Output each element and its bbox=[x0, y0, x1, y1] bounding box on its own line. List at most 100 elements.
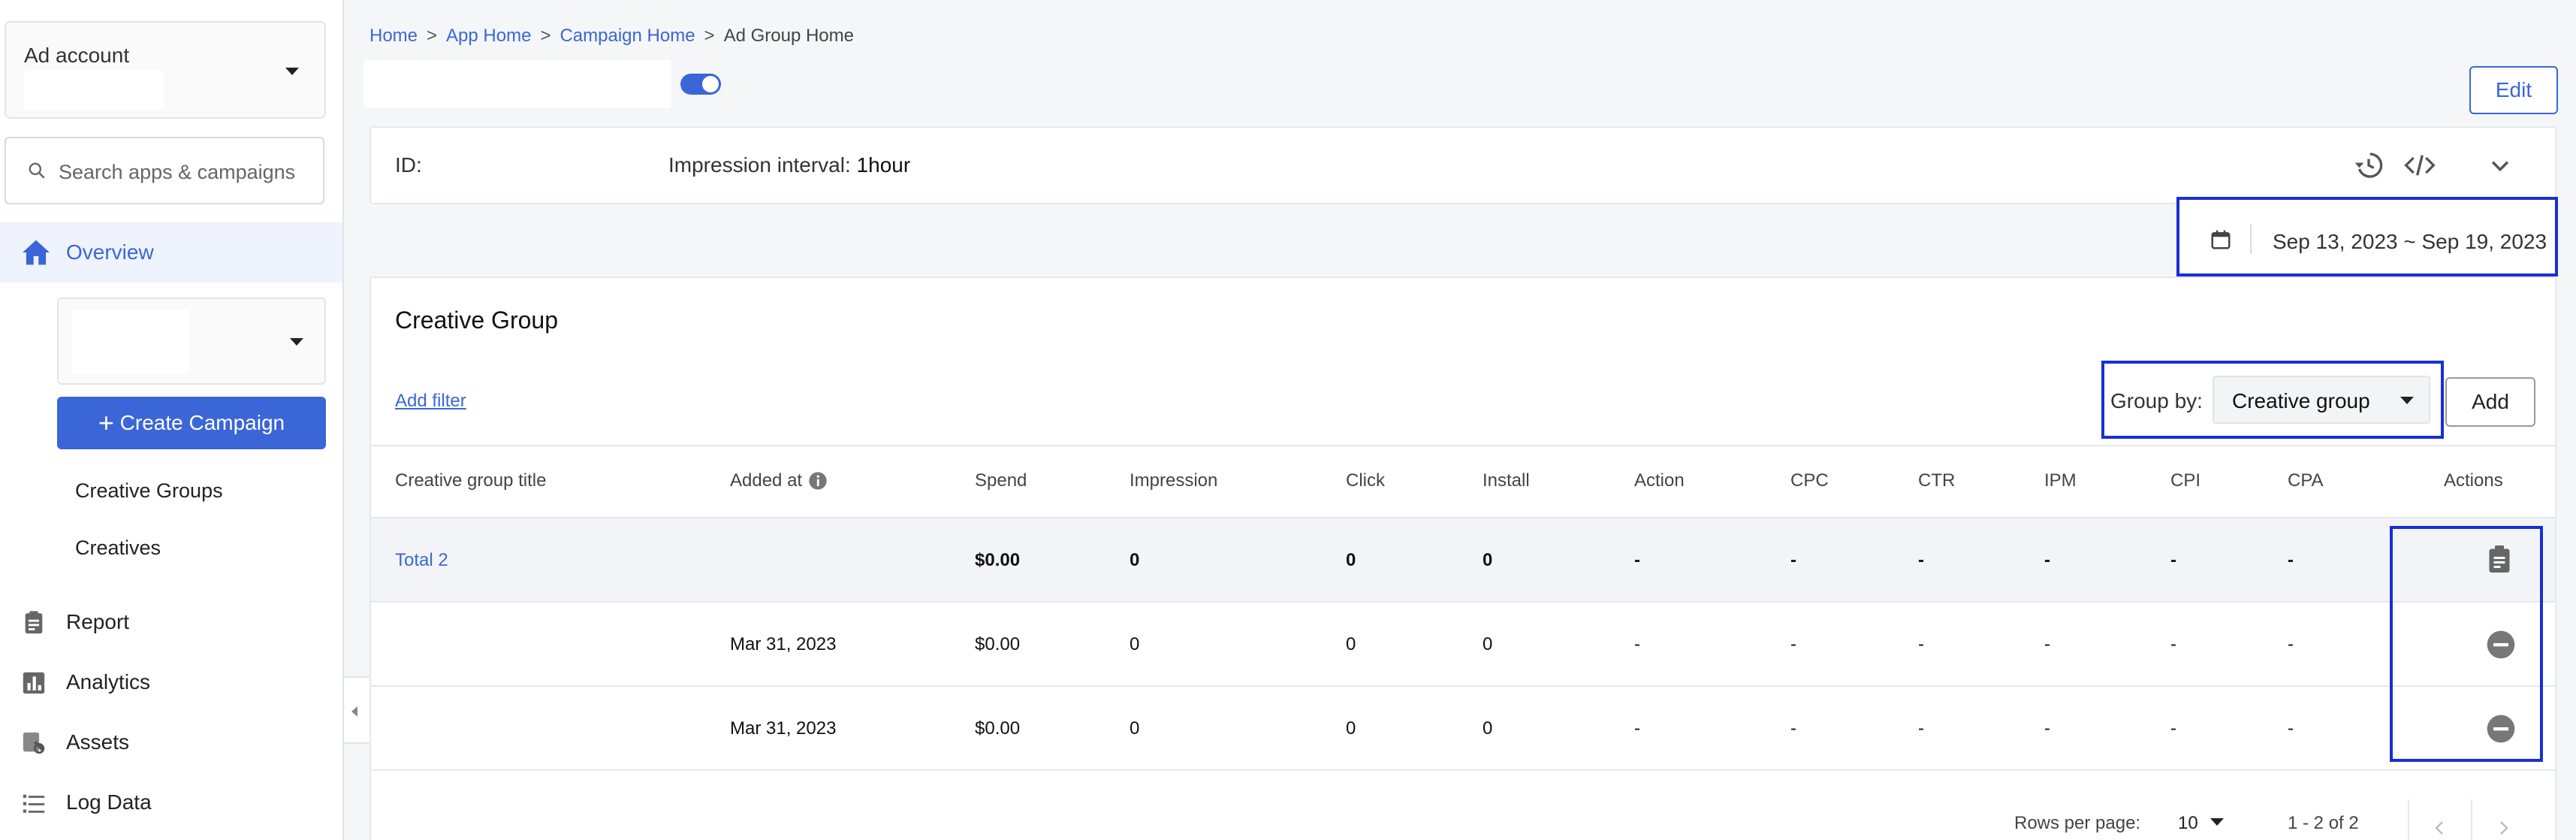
cell-cpa: - bbox=[2288, 634, 2294, 654]
cell-impression: 0 bbox=[1130, 634, 1140, 654]
sidebar-item-creatives[interactable]: Creatives bbox=[75, 536, 161, 560]
group-by-control: Group by: Creative group bbox=[2101, 361, 2444, 439]
impression-interval-label: Impression interval: bbox=[668, 153, 851, 177]
home-icon bbox=[23, 240, 50, 265]
sidebar-item-report[interactable]: Report bbox=[21, 603, 321, 640]
app-select-value bbox=[72, 310, 189, 374]
table-row: Mar 31, 2023 $0.00 0 0 0 - - - - - - bbox=[371, 687, 2555, 771]
col-impression[interactable]: Impression bbox=[1130, 470, 1217, 491]
col-ipm[interactable]: IPM bbox=[2044, 470, 2077, 491]
cell-action: - bbox=[1634, 634, 1640, 654]
cell-click: 0 bbox=[1346, 634, 1356, 654]
sidebar-item-label: Report bbox=[66, 610, 130, 633]
col-action[interactable]: Action bbox=[1634, 470, 1685, 491]
cell-install: 0 bbox=[1483, 718, 1493, 739]
cell-ipm: - bbox=[2044, 718, 2050, 739]
cell-cpc: - bbox=[1790, 718, 1796, 739]
sidebar-item-log-data[interactable]: Log Data bbox=[21, 783, 321, 820]
search-input[interactable]: Search apps & campaigns bbox=[5, 137, 324, 204]
page-range: 1 - 2 of 2 bbox=[2288, 813, 2359, 833]
breadcrumb-separator: > bbox=[540, 26, 551, 46]
sidebar-item-assets[interactable]: Assets bbox=[21, 723, 321, 760]
sidebar-item-overview[interactable]: Overview bbox=[0, 222, 342, 283]
history-icon[interactable] bbox=[2354, 150, 2384, 180]
add-filter-link[interactable]: Add filter bbox=[395, 391, 466, 412]
cell-cpc: - bbox=[1790, 634, 1796, 654]
prev-page-button[interactable] bbox=[2408, 799, 2471, 840]
breadcrumb-home[interactable]: Home bbox=[370, 26, 418, 46]
breadcrumb-separator: > bbox=[704, 26, 715, 46]
cell-cpa: - bbox=[2288, 718, 2294, 739]
table-header: Creative group title Added at Spend Impr… bbox=[371, 445, 2555, 518]
chevron-down-icon[interactable] bbox=[2487, 150, 2513, 180]
cell-action: - bbox=[1634, 550, 1640, 570]
list-icon bbox=[23, 794, 45, 813]
rows-per-page-select[interactable]: 10 bbox=[2178, 813, 2224, 834]
table-row: Mar 31, 2023 $0.00 0 0 0 - - - - - - bbox=[371, 603, 2555, 687]
cell-action: - bbox=[1634, 718, 1640, 739]
ad-group-info-bar: ID: Impression interval: 1hour bbox=[370, 126, 2556, 204]
breadcrumb-app-home[interactable]: App Home bbox=[446, 26, 531, 46]
col-cpc[interactable]: CPC bbox=[1790, 470, 1829, 491]
sidebar-item-analytics[interactable]: Analytics bbox=[21, 663, 321, 700]
cell-spend: $0.00 bbox=[975, 634, 1021, 654]
group-by-value: Creative group bbox=[2232, 389, 2370, 412]
ad-account-select[interactable]: Ad account bbox=[5, 21, 326, 119]
chevron-right-icon bbox=[2500, 821, 2508, 835]
col-added-at-label: Added at bbox=[730, 470, 803, 491]
cell-spend: $0.00 bbox=[975, 550, 1021, 570]
rows-per-page-label: Rows per page: bbox=[2014, 813, 2141, 833]
edit-button[interactable]: Edit bbox=[2469, 66, 2558, 114]
total-link[interactable]: Total 2 bbox=[395, 550, 448, 571]
sidebar-item-label: Assets bbox=[66, 730, 130, 754]
info-icon[interactable] bbox=[807, 470, 828, 491]
impression-interval: Impression interval: 1hour bbox=[668, 153, 910, 177]
create-campaign-button[interactable]: + Create Campaign bbox=[57, 397, 326, 449]
col-added-at[interactable]: Added at bbox=[730, 470, 828, 491]
search-icon bbox=[29, 162, 45, 179]
col-creative-group-title[interactable]: Creative group title bbox=[395, 470, 546, 491]
sidebar-item-label: Analytics bbox=[66, 670, 151, 693]
add-button[interactable]: Add bbox=[2445, 377, 2535, 427]
col-click[interactable]: Click bbox=[1346, 470, 1385, 491]
id-label: ID: bbox=[395, 153, 422, 177]
breadcrumb-current: Ad Group Home bbox=[723, 26, 854, 46]
sidebar-collapse-button[interactable] bbox=[344, 676, 373, 744]
col-ctr[interactable]: CTR bbox=[1918, 470, 1955, 491]
cell-cpc: - bbox=[1790, 550, 1796, 570]
cell-impression: 0 bbox=[1130, 718, 1140, 739]
cell-ctr: - bbox=[1918, 550, 1924, 570]
date-range-picker[interactable]: Sep 13, 2023 ~ Sep 19, 2023 bbox=[2176, 197, 2558, 276]
chevron-down-icon bbox=[2400, 397, 2414, 404]
cell-install: 0 bbox=[1483, 634, 1493, 654]
pagination: Rows per page: 10 1 - 2 of 2 bbox=[371, 786, 2555, 840]
status-toggle[interactable] bbox=[680, 74, 721, 95]
next-page-button[interactable] bbox=[2471, 799, 2534, 840]
sidebar-item-label: Overview bbox=[66, 240, 154, 264]
assets-icon bbox=[23, 732, 45, 754]
cell-cpi: - bbox=[2170, 718, 2176, 739]
col-spend[interactable]: Spend bbox=[975, 470, 1027, 491]
cell-added-at: Mar 31, 2023 bbox=[730, 718, 837, 739]
cell-cpi: - bbox=[2170, 634, 2176, 654]
sidebar: Ad account Search apps & campaigns Overv… bbox=[0, 0, 344, 840]
breadcrumb-campaign-home[interactable]: Campaign Home bbox=[560, 26, 695, 46]
calendar-icon bbox=[2211, 230, 2231, 249]
creative-group-card: Creative Group Add filter Group by: Crea… bbox=[370, 276, 2556, 840]
app-select[interactable] bbox=[57, 298, 326, 385]
chevron-down-icon bbox=[290, 338, 303, 346]
sidebar-item-creative-groups[interactable]: Creative Groups bbox=[75, 479, 223, 503]
date-divider bbox=[2250, 224, 2252, 254]
plus-icon: + bbox=[98, 407, 114, 438]
chevron-down-icon bbox=[2210, 818, 2224, 826]
code-icon[interactable] bbox=[2403, 150, 2436, 180]
group-by-label: Group by: bbox=[2110, 389, 2203, 412]
col-cpa[interactable]: CPA bbox=[2288, 470, 2324, 491]
cell-ctr: - bbox=[1918, 634, 1924, 654]
group-by-select[interactable]: Creative group bbox=[2213, 376, 2430, 424]
toggle-knob bbox=[702, 76, 719, 92]
col-cpi[interactable]: CPI bbox=[2170, 470, 2200, 491]
cell-install: 0 bbox=[1483, 550, 1493, 570]
col-install[interactable]: Install bbox=[1483, 470, 1530, 491]
create-campaign-label: Create Campaign bbox=[119, 411, 285, 434]
